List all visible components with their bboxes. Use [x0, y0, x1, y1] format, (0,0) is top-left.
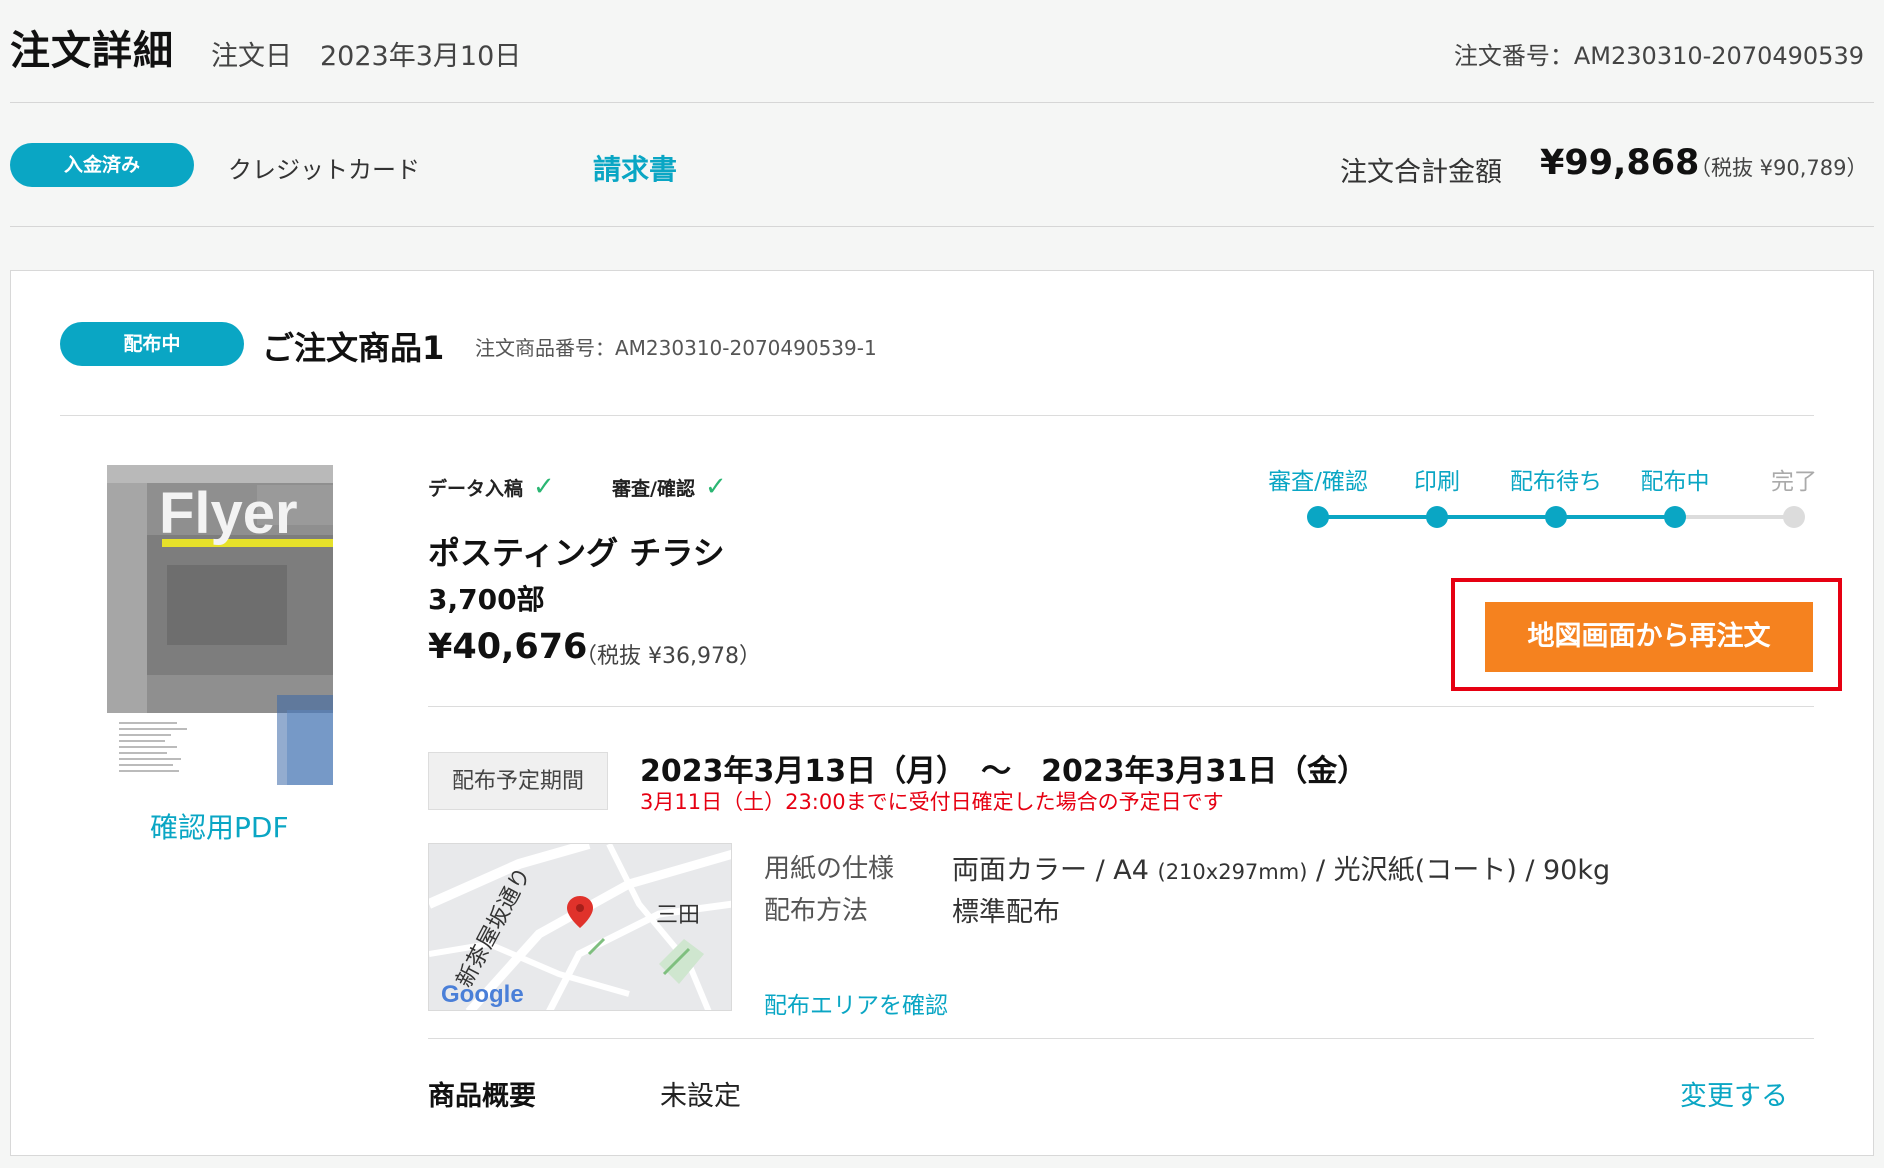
order-total-label: 注文合計金額	[1340, 157, 1502, 188]
distribution-method-value: 標準配布	[952, 897, 1060, 928]
confirmation-pdf-link[interactable]: 確認用PDF	[150, 806, 289, 846]
distribution-method-label: 配布方法	[764, 896, 869, 926]
divider	[428, 1038, 1814, 1039]
page-title: 注文詳細	[10, 28, 174, 74]
paper-spec-value: 両面カラー / A4 (210x297mm) / 光沢紙(コート) / 90kg	[952, 848, 1610, 887]
copies-count: 3,700部	[428, 583, 545, 616]
progress-step-dot	[1307, 506, 1329, 528]
distribution-period-dates: 2023年3月13日（月） ～ 2023年3月31日（金）	[640, 754, 1368, 789]
divider	[60, 415, 1814, 416]
progress-step-label: 審査/確認	[1268, 469, 1368, 495]
progress-fill	[1318, 515, 1675, 519]
order-number: 注文番号：AM230310-2070490539	[1453, 42, 1864, 70]
progress-step-label: 配布待ち	[1510, 469, 1602, 495]
paper-size-text: (210x297mm)	[1157, 860, 1308, 884]
google-logo-text: Google	[441, 981, 524, 1008]
payment-method: クレジットカード	[228, 156, 420, 184]
check-distribution-area-link[interactable]: 配布エリアを確認	[764, 986, 948, 1020]
flyer-thumbnail[interactable]: Flyer	[107, 465, 333, 785]
flyer-title-text: Flyer	[159, 481, 298, 546]
order-total-tax: （税抜 ¥90,789）	[1690, 156, 1868, 180]
item-title: ご注文商品1	[262, 329, 445, 367]
progress-step-dot	[1426, 506, 1448, 528]
check-label: データ入稿	[428, 478, 524, 500]
progress-step-label: 配布中	[1640, 469, 1710, 495]
order-date-label: 注文日	[211, 41, 292, 72]
distribution-period-note: 3月11日（土）23:00までに受付日確定した場合の予定日です	[640, 790, 1224, 814]
payment-status-badge: 入金済み	[10, 143, 194, 187]
product-summary-value: 未設定	[660, 1081, 741, 1112]
distribution-area-map[interactable]: 新茶屋坂通り 三田 Google	[428, 843, 732, 1011]
product-summary-label: 商品概要	[428, 1081, 536, 1112]
divider	[10, 226, 1874, 227]
item-price: ¥40,676	[428, 627, 588, 667]
order-date: 2023年3月10日	[320, 41, 522, 72]
checkmark-icon: ✓	[704, 472, 727, 502]
map-image: 新茶屋坂通り 三田 Google	[429, 844, 731, 1010]
checkmark-icon: ✓	[533, 472, 555, 502]
divider	[428, 706, 1814, 707]
progress-step-dot	[1783, 506, 1805, 528]
check-review: 審査/確認 ✓	[612, 472, 727, 502]
map-place-label: 三田	[656, 903, 700, 928]
progress-step-dot	[1545, 506, 1567, 528]
item-status-badge: 配布中	[60, 322, 244, 366]
progress-step-label: 完了	[1771, 469, 1817, 495]
distribution-period-label: 配布予定期間	[428, 752, 608, 810]
order-total-amount: ¥99,868	[1540, 143, 1700, 183]
paper-spec-label: 用紙の仕様	[764, 854, 895, 884]
reorder-from-map-button[interactable]: 地図画面から再注文	[1485, 602, 1813, 672]
flyer-image: Flyer	[107, 465, 333, 785]
product-name: ポスティング チラシ	[428, 534, 725, 572]
item-price-tax: （税抜 ¥36,978）	[575, 644, 761, 669]
invoice-link[interactable]: 請求書	[593, 148, 677, 188]
paper-type-text: / 光沢紙(コート) / 90kg	[1307, 855, 1611, 886]
paper-spec-text: 両面カラー / A4	[952, 855, 1158, 886]
change-summary-link[interactable]: 変更する	[1680, 1074, 1788, 1113]
divider	[10, 102, 1874, 103]
progress-step-dot	[1664, 506, 1686, 528]
item-number: 注文商品番号：AM230310-2070490539-1	[475, 336, 877, 360]
progress-step-label: 印刷	[1414, 469, 1460, 495]
check-label: 審査/確認	[612, 478, 695, 500]
check-data-submission: データ入稿 ✓	[428, 472, 555, 502]
